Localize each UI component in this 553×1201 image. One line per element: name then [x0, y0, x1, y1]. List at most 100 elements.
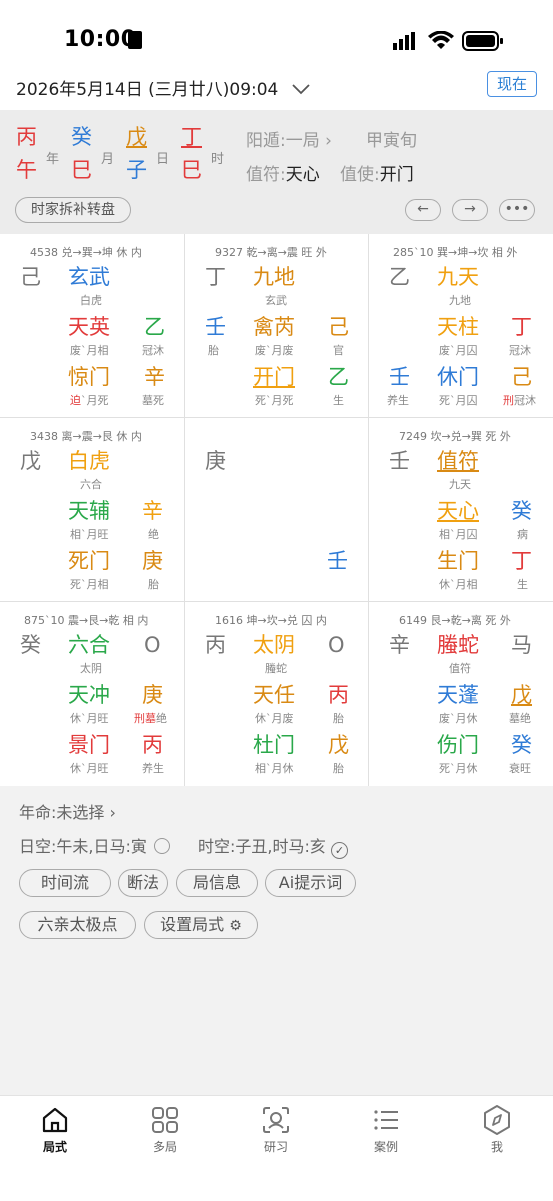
dun-info[interactable]: 阳遁:一局 › — [246, 126, 332, 151]
hidden-stem: 壬 — [389, 365, 410, 389]
zhifu-info: 值符:天心 — [246, 160, 320, 185]
zhifu-label: 值符: — [246, 165, 286, 185]
zhishi-value: 开门 — [379, 165, 414, 185]
check-circle-icon[interactable]: ✓ — [330, 842, 348, 859]
palace-header: 9327 乾→离→震 旺 外 — [215, 246, 327, 259]
next-arrow-icon[interactable]: → — [452, 199, 488, 221]
tab-chart[interactable]: 局式 — [15, 1104, 95, 1155]
palace-qian[interactable]: 6149 艮→乾→离 死 外 辛 螣蛇 值符 马 天蓬 废`月休 戊 墓绝 伤门… — [369, 602, 553, 786]
rikong-info: 日空:午未,日马:寅 — [19, 833, 170, 857]
now-button[interactable]: 现在 — [487, 71, 537, 97]
palace-li[interactable]: 9327 乾→离→震 旺 外 丁 九地 玄武 壬 胎 禽芮 废`月废 己 官 开… — [185, 234, 368, 417]
settings-gear-icon: ⚙ — [229, 918, 242, 934]
chart-settings-button[interactable]: 设置局式 ⚙ — [144, 911, 258, 939]
earth-stem: 己 — [20, 265, 41, 289]
door: 惊门 — [68, 365, 110, 389]
shikong-info: 时空:子丑,时马:亥 ✓ — [198, 833, 348, 859]
nianming-selector[interactable]: 年命:未选择 › — [19, 799, 116, 823]
prev-arrow-icon[interactable]: ← — [405, 199, 441, 221]
status-time: 10:00 — [64, 27, 137, 52]
chevron-right-icon: › — [109, 803, 116, 822]
star: 天英 — [68, 315, 110, 339]
palace-kan[interactable]: 1616 坤→坎→兑 囚 内 丙 太阴 螣蛇 O 天任 休`月废 丙 胎 杜门 … — [185, 602, 368, 786]
deity-sub: 值符 — [449, 662, 471, 675]
deity-sub: 九地 — [449, 294, 471, 307]
chevron-down-icon[interactable] — [291, 80, 311, 99]
wifi-icon — [428, 30, 454, 55]
shikong-text: 时空:子丑,时马:亥 — [198, 837, 326, 856]
earth-stem: 辛 — [389, 633, 410, 657]
hour-stem: 丁 — [181, 125, 202, 149]
deity: 太阴 — [253, 633, 295, 657]
door-stem-sub: 衰旺 — [509, 762, 531, 775]
door-sub: 死`月休 — [439, 762, 478, 775]
zhishi-label: 值使: — [340, 165, 380, 185]
tab-cases[interactable]: 案例 — [346, 1104, 426, 1155]
liuqin-taiji-button[interactable]: 六亲太极点 — [19, 911, 136, 939]
palace-center[interactable]: 庚 壬 — [185, 418, 368, 601]
door: 伤门 — [437, 733, 479, 757]
deity: 螣蛇 — [437, 633, 479, 657]
door-stem: 戊 — [328, 733, 349, 757]
earth-stem: 壬 — [389, 449, 410, 473]
tab-me[interactable]: 我 — [457, 1104, 537, 1155]
star-stem-sub: 墓绝 — [509, 712, 531, 725]
door-stem: 丙 — [142, 733, 163, 757]
star-stem-sub: 冠沐 — [142, 344, 164, 357]
circle-icon[interactable] — [153, 838, 170, 854]
palace-dui[interactable]: 7249 坎→兑→巽 死 外 壬 值符 九天 天心 相`月囚 癸 病 生门 休`… — [369, 418, 553, 601]
door-stem-sub: 胎 — [148, 578, 159, 591]
split-chart-button[interactable]: 时家拆补转盘 — [15, 197, 131, 223]
tab-label: 局式 — [42, 1140, 67, 1154]
star-stem: 庚 — [142, 683, 163, 707]
star: 天心 — [437, 499, 479, 523]
tab-study[interactable]: 研习 — [236, 1104, 316, 1155]
star-stem-sub-a: 刑墓 — [134, 712, 156, 725]
door-sub-a: 迫 — [70, 394, 81, 407]
compass-icon — [481, 1104, 513, 1136]
time-flow-button[interactable]: 时间流 — [19, 869, 111, 897]
date-selector[interactable]: 2026年5月14日 (三月廿八)09:04 — [16, 75, 278, 100]
tab-multi[interactable]: 多局 — [125, 1104, 205, 1155]
star-stem: 戊 — [511, 683, 532, 707]
door-stem-sub: 生 — [517, 578, 528, 591]
star-stem-sub-b: 绝 — [156, 712, 167, 725]
door: 生门 — [437, 549, 479, 573]
nianming-text: 年命:未选择 — [19, 803, 105, 822]
star: 天柱 — [437, 315, 479, 339]
deity-sub: 九天 — [449, 478, 471, 491]
star-sub: 相`月囚 — [439, 528, 478, 541]
door-stem: 庚 — [142, 549, 163, 573]
day-label: 日 — [156, 152, 170, 167]
star-stem-sub: 官 — [333, 344, 344, 357]
more-icon[interactable]: ••• — [499, 199, 535, 221]
palace-header: 4538 兑→巽→坤 休 内 — [30, 246, 142, 259]
palace-xun[interactable]: 4538 兑→巽→坤 休 内 己 玄武 白虎 天英 废`月相 乙 冠沐 惊门 迫… — [0, 234, 184, 417]
chart-info-button[interactable]: 局信息 — [176, 869, 258, 897]
star-stem-sub: 胎 — [333, 712, 344, 725]
center-stem: 壬 — [327, 549, 348, 573]
month-stem: 癸 — [71, 125, 92, 149]
door-stem-sub: 养生 — [142, 762, 164, 775]
deity-sub: 六合 — [80, 478, 102, 491]
star-stem: 丁 — [511, 315, 532, 339]
methods-button[interactable]: 断法 — [118, 869, 168, 897]
month-branch: 巳 — [71, 158, 92, 182]
grid-icon — [149, 1104, 181, 1136]
hidden-stem: 壬 — [205, 315, 226, 339]
palace-zhen[interactable]: 3438 离→震→艮 休 内 戊 白虎 六合 天辅 相`月旺 辛 绝 死门 死`… — [0, 418, 184, 601]
earth-stem: 癸 — [20, 633, 41, 657]
palace-gen[interactable]: 875`10 震→艮→乾 相 内 癸 六合 太阴 O 天冲 休`月旺 庚 刑墓绝… — [0, 602, 184, 786]
star: 禽芮 — [253, 315, 295, 339]
chevron-right-icon: › — [325, 131, 332, 151]
dun-text: 阳遁:一局 — [246, 131, 320, 151]
month-label: 月 — [101, 152, 115, 167]
xun-text: 甲寅旬 — [366, 131, 417, 151]
tab-label: 研习 — [263, 1140, 288, 1154]
door-stem: 辛 — [144, 365, 165, 389]
hidden-stem-sub: 胎 — [208, 344, 219, 357]
palace-kun[interactable]: 285`10 巽→坤→坎 相 外 乙 九天 九地 壬 养生 天柱 废`月囚 丁 … — [369, 234, 553, 417]
door-stem-sub: 生 — [333, 394, 344, 407]
ai-prompt-button[interactable]: Ai提示词 — [265, 869, 356, 897]
star-stem-sub: 刑墓绝 — [134, 710, 167, 726]
